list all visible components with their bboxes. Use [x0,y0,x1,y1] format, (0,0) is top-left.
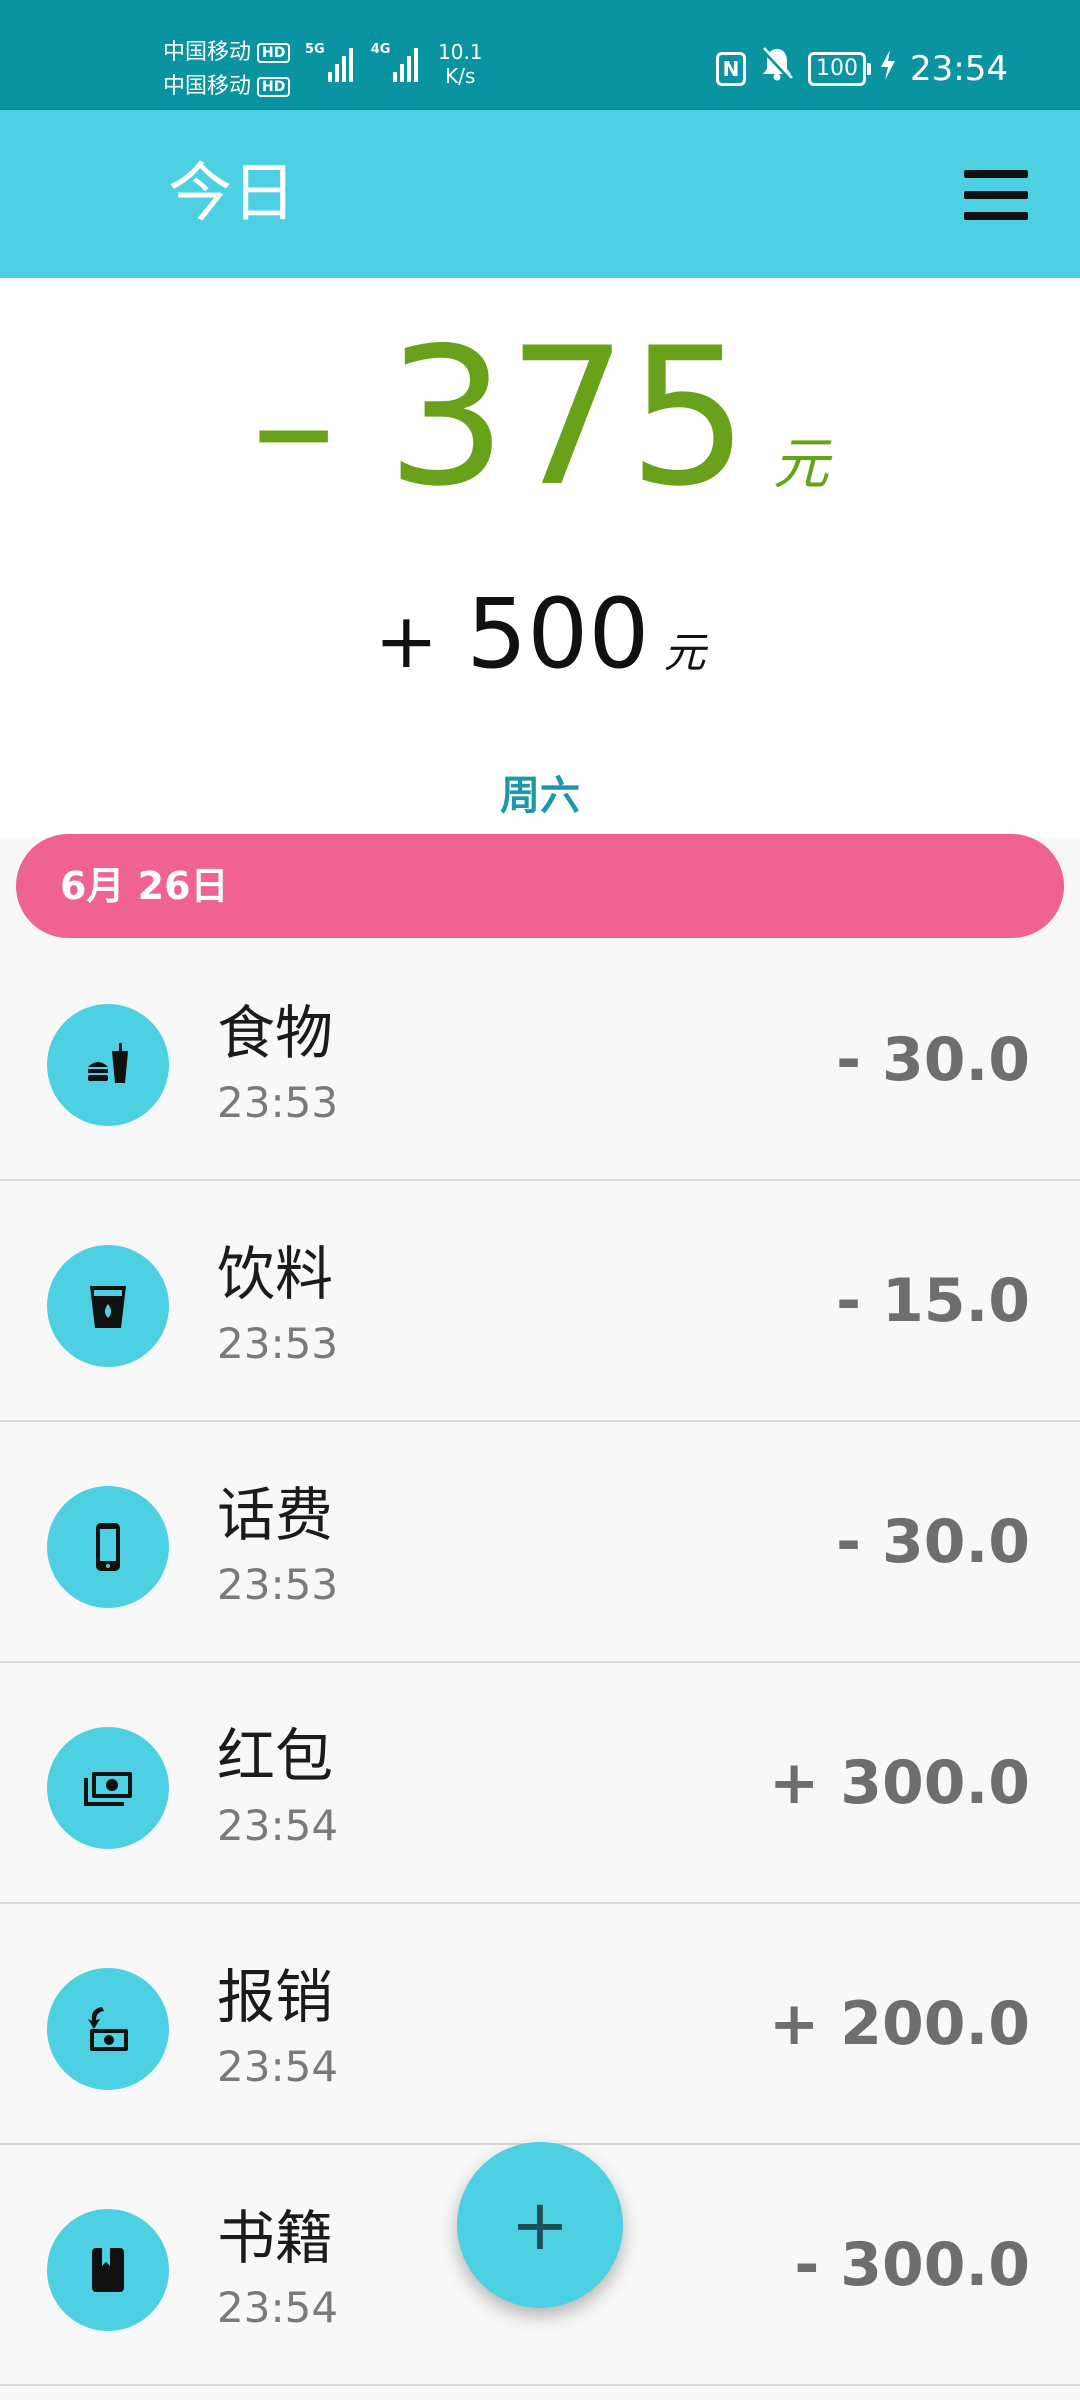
entry-amount: - 30.0 [836,1507,1030,1577]
income-value: 500 [466,578,650,690]
entry-amount: + 200.0 [769,1989,1030,2059]
signal-indicators: 5G 4G [305,42,419,82]
expense-sign: – [251,326,337,524]
app-bar: 今日 [0,110,1080,278]
list-item[interactable]: 饮料 23:53 - 15.0 [0,1181,1080,1422]
signal-5g-icon: 5G [305,42,353,82]
hamburger-menu-icon[interactable] [964,170,1028,220]
status-bar: 中国移动 HD 中国移动 HD 5G 4G 10.1 K/s N 100 23:… [0,0,1080,110]
entry-time: 23:54 [217,2283,339,2332]
list-item[interactable]: 食物 23:53 - 30.0 [0,940,1080,1181]
page-title: 今日 [168,157,296,231]
expense-value: 375 [386,307,749,528]
entry-time: 23:53 [217,1560,339,1609]
entry-time: 23:53 [217,1319,339,1368]
entry-amount: - 30.0 [836,1025,1030,1095]
nfc-icon: N [716,51,747,86]
list-item[interactable]: 红包 23:54 + 300.0 [0,1663,1080,1904]
expense-unit: 元 [772,432,829,497]
income-total: + 500 元 [0,578,1080,690]
mobile-phone-icon [47,1486,169,1608]
entry-category: 报销 [217,1963,334,2031]
battery-indicator: 100 [808,51,872,86]
income-sign: + [374,596,439,685]
net-speed-value: 10.1 [438,40,483,64]
entry-category: 书籍 [217,2204,334,2272]
entry-category: 话费 [217,1481,334,1549]
signal-4g-tag: 4G [370,42,391,57]
list-item[interactable]: 报销 23:54 + 200.0 [0,1904,1080,2145]
date-label: 6月 26日 [60,864,229,908]
expense-total: – 375 元 [0,318,1080,525]
list-item[interactable]: 话费 23:53 - 30.0 [0,1422,1080,1663]
entry-time: 23:54 [217,1801,339,1850]
money-envelope-icon [47,1727,169,1849]
entry-amount: - 300.0 [794,2230,1030,2300]
add-entry-button[interactable]: + [457,2142,623,2308]
income-unit: 元 [663,628,706,677]
signal-5g-tag: 5G [305,42,325,57]
food-drink-icon [47,1004,169,1126]
add-icon: + [510,2184,570,2266]
entry-amount: + 300.0 [769,1748,1030,1818]
date-header: 6月 26日 [16,834,1064,938]
carrier-info: 中国移动 HD 中国移动 HD [163,36,291,104]
status-right-icons: N 100 23:54 [716,46,1008,91]
entry-time: 23:53 [217,1078,339,1127]
charging-bolt-icon [880,49,896,89]
reimburse-money-icon [47,1968,169,2090]
daily-summary: – 375 元 + 500 元 周六 [0,278,1080,838]
entry-category: 食物 [217,999,334,1067]
entry-time: 23:54 [217,2042,339,2091]
network-speed: 10.1 K/s [438,40,483,88]
clock-time: 23:54 [910,48,1008,89]
book-icon [47,2209,169,2331]
signal-4g-icon: 4G [371,42,419,82]
net-speed-unit: K/s [445,64,476,88]
hd-badge: HD [257,77,291,97]
carrier-2-label: 中国移动 [163,74,252,99]
entry-category: 红包 [217,1722,334,1790]
hd-badge: HD [257,43,291,63]
carrier-1-label: 中国移动 [163,40,252,65]
entry-category: 饮料 [217,1240,334,1308]
entry-amount: - 15.0 [836,1266,1030,1336]
beverage-cup-icon [47,1245,169,1367]
bell-muted-icon [760,46,794,91]
weekday-label: 周六 [500,773,580,819]
